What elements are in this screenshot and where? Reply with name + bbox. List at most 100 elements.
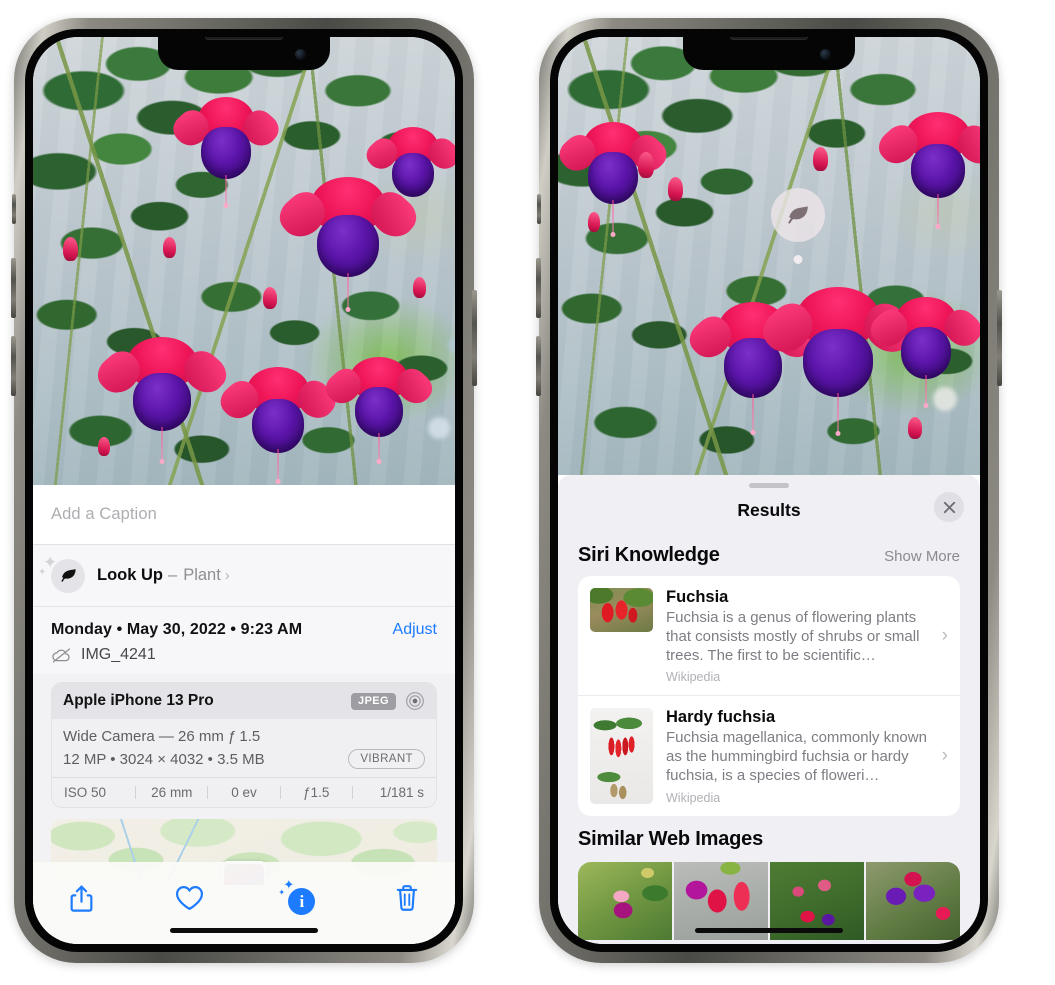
datetime-block: Monday • May 30, 2022 • 9:23 AM Adjust I… bbox=[33, 607, 455, 674]
look-up-icon-wrap: ✦ ✦ bbox=[38, 554, 85, 593]
knowledge-card-description: Fuchsia is a genus of flowering plants t… bbox=[666, 609, 920, 664]
sparkles-icon-small: ✦ bbox=[38, 566, 47, 578]
knowledge-card-source: Wikipedia bbox=[666, 790, 721, 805]
siri-knowledge-header: Siri Knowledge Show More bbox=[558, 532, 980, 576]
info-sparkle-icon: ✦ ✦ i bbox=[278, 878, 316, 915]
front-camera bbox=[295, 49, 306, 60]
leaf-icon bbox=[788, 206, 808, 224]
show-more-button[interactable]: Show More bbox=[884, 548, 960, 565]
power-button[interactable] bbox=[472, 290, 477, 386]
photo-datetime: Monday • May 30, 2022 • 9:23 AM bbox=[51, 621, 303, 638]
fuchsia-bud bbox=[588, 212, 600, 232]
web-image-thumbnail[interactable] bbox=[866, 861, 960, 940]
look-up-subject-dash: – bbox=[168, 566, 178, 584]
share-button[interactable] bbox=[59, 876, 103, 920]
device-bezel: Add a Caption ✦ ✦ Look Up – Plant › Mond… bbox=[25, 29, 463, 952]
screen-left: Add a Caption ✦ ✦ Look Up – Plant › Mond… bbox=[33, 37, 455, 944]
camera-info-card: Apple iPhone 13 Pro JPEG Wide Camera — 2… bbox=[51, 682, 437, 808]
close-button[interactable] bbox=[934, 492, 964, 522]
chevron-right-icon: › bbox=[224, 567, 230, 584]
siri-knowledge-title: Siri Knowledge bbox=[578, 544, 720, 566]
knowledge-card-thumbnail bbox=[590, 588, 653, 632]
knowledge-card-title: Fuchsia bbox=[666, 588, 729, 606]
exif-row: ISO 50 26 mm 0 ev ƒ1.5 1/181 s bbox=[52, 777, 436, 807]
power-button[interactable] bbox=[997, 290, 1002, 386]
knowledge-card-thumbnail bbox=[590, 708, 653, 805]
camera-card-header: Apple iPhone 13 Pro JPEG bbox=[52, 683, 436, 719]
exif-exposure: 0 ev bbox=[231, 785, 257, 800]
results-header: Results bbox=[558, 488, 980, 532]
photo-viewer-left[interactable] bbox=[33, 37, 455, 485]
look-up-row[interactable]: ✦ ✦ Look Up – Plant › bbox=[33, 545, 455, 607]
fuchsia-bud bbox=[668, 177, 683, 201]
volume-up-button[interactable] bbox=[11, 258, 16, 318]
results-title: Results bbox=[737, 499, 801, 520]
adjust-button[interactable]: Adjust bbox=[393, 621, 437, 639]
results-sheet: Results Siri Knowledge Show More Fuchsia… bbox=[558, 475, 980, 944]
fuchsia-bud bbox=[638, 152, 654, 178]
web-image-thumbnail[interactable] bbox=[578, 861, 672, 940]
camera-header-right: JPEG bbox=[351, 691, 425, 711]
look-up-anchor-dot bbox=[793, 255, 803, 264]
fuchsia-bud bbox=[163, 237, 176, 258]
look-up-label: Look Up bbox=[97, 566, 163, 584]
notch bbox=[158, 37, 330, 70]
filename-line: IMG_4241 bbox=[51, 646, 437, 664]
screenshot-stage: Add a Caption ✦ ✦ Look Up – Plant › Mond… bbox=[0, 0, 1055, 985]
knowledge-card[interactable]: Fuchsia Fuchsia is a genus of flowering … bbox=[578, 576, 960, 695]
notch bbox=[683, 37, 855, 70]
device-bezel: Results Siri Knowledge Show More Fuchsia… bbox=[550, 29, 988, 952]
volume-down-button[interactable] bbox=[11, 336, 16, 396]
bokeh-highlight bbox=[428, 417, 450, 439]
camera-model: Apple iPhone 13 Pro bbox=[63, 692, 214, 709]
caption-row[interactable]: Add a Caption bbox=[33, 485, 455, 545]
fuchsia-bud bbox=[63, 237, 78, 261]
iphone-left: Add a Caption ✦ ✦ Look Up – Plant › Mond… bbox=[11, 18, 477, 963]
similar-web-images-title: Similar Web Images bbox=[578, 827, 763, 850]
photographic-style-pill: VIBRANT bbox=[348, 749, 425, 769]
camera-meta-row: 12 MP • 3024 × 4032 • 3.5 MB VIBRANT bbox=[63, 749, 425, 769]
look-up-subject: Plant bbox=[183, 566, 221, 584]
photo-viewer-right[interactable] bbox=[558, 37, 980, 475]
knowledge-card-text: Fuchsia Fuchsia is a genus of flowering … bbox=[653, 588, 940, 684]
fuchsia-bud bbox=[908, 417, 922, 439]
knowledge-card-title: Hardy fuchsia bbox=[666, 708, 776, 727]
photo-stems bbox=[558, 37, 980, 475]
fuchsia-bud bbox=[813, 147, 828, 171]
exif-focal: 26 mm bbox=[151, 785, 193, 800]
earpiece-speaker bbox=[730, 37, 808, 40]
exif-iso: ISO 50 bbox=[64, 785, 107, 800]
camera-lens-info: Wide Camera — 26 mm ƒ 1.5 bbox=[63, 728, 261, 745]
fuchsia-bud bbox=[98, 437, 110, 456]
caption-placeholder[interactable]: Add a Caption bbox=[51, 505, 157, 524]
knowledge-card-text: Hardy fuchsia Fuchsia magellanica, commo… bbox=[653, 708, 940, 804]
volume-up-button[interactable] bbox=[536, 258, 541, 318]
heart-icon bbox=[176, 886, 204, 910]
datetime-line: Monday • May 30, 2022 • 9:23 AM Adjust bbox=[51, 621, 437, 639]
silence-switch[interactable] bbox=[12, 194, 16, 224]
file-format-badge: JPEG bbox=[351, 692, 396, 710]
favorite-button[interactable] bbox=[168, 876, 212, 920]
knowledge-card-source: Wikipedia bbox=[666, 670, 721, 685]
exif-shutter: 1/181 s bbox=[379, 785, 425, 800]
home-indicator[interactable] bbox=[695, 928, 843, 933]
icloud-slash-icon bbox=[52, 648, 71, 663]
front-camera bbox=[820, 49, 831, 60]
delete-button[interactable] bbox=[385, 876, 429, 920]
leaf-icon bbox=[60, 569, 76, 582]
earpiece-speaker bbox=[205, 37, 283, 40]
photo-dimensions-size: 12 MP • 3024 × 4032 • 3.5 MB bbox=[63, 750, 265, 768]
knowledge-card[interactable]: Hardy fuchsia Fuchsia magellanica, commo… bbox=[578, 695, 960, 815]
visual-look-up-badge[interactable] bbox=[771, 188, 825, 264]
info-button[interactable]: ✦ ✦ i bbox=[276, 876, 320, 920]
fuchsia-bud bbox=[263, 287, 277, 309]
photo-info-sheet: Add a Caption ✦ ✦ Look Up – Plant › Mond… bbox=[33, 485, 455, 944]
info-glyph: i bbox=[288, 888, 316, 915]
screen-right: Results Siri Knowledge Show More Fuchsia… bbox=[558, 37, 980, 944]
photo-filename: IMG_4241 bbox=[81, 646, 156, 663]
chevron-right-icon: › bbox=[941, 745, 948, 767]
sparkle-icon-small: ✦ bbox=[278, 888, 286, 897]
home-indicator[interactable] bbox=[170, 928, 318, 933]
silence-switch[interactable] bbox=[537, 194, 541, 224]
volume-down-button[interactable] bbox=[536, 336, 541, 396]
